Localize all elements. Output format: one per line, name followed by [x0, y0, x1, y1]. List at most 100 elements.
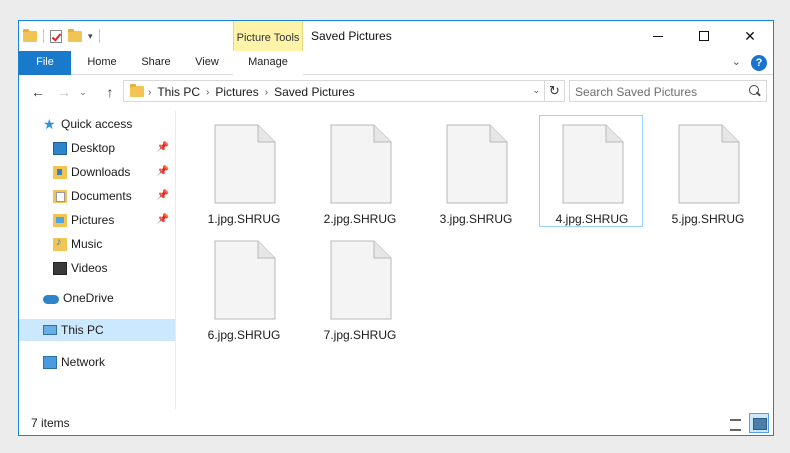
- sidebar-item-label: Pictures: [71, 213, 115, 227]
- file-item[interactable]: 7.jpg.SHRUG: [307, 231, 411, 343]
- star-icon: ★: [43, 115, 56, 132]
- sidebar-item-label: Videos: [71, 261, 108, 275]
- file-list: 1.jpg.SHRUG 2.jpg.SHRUG 3.jpg.SHRUG 4.jp…: [191, 111, 769, 409]
- documents-icon: [53, 189, 67, 203]
- customize-toolbar-chevron-icon[interactable]: ▾: [88, 31, 93, 42]
- search-icon: [749, 85, 761, 97]
- status-bar: 7 items: [19, 411, 773, 435]
- refresh-icon: ↻: [549, 83, 560, 98]
- file-name: 6.jpg.SHRUG: [207, 328, 281, 342]
- tab-share[interactable]: Share: [133, 51, 179, 75]
- breadcrumb-chevron-icon[interactable]: ›: [206, 87, 209, 98]
- search-input[interactable]: Search Saved Pictures: [569, 80, 767, 102]
- breadcrumb: › This PC › Pictures › Saved Pictures: [148, 85, 355, 99]
- address-bar[interactable]: › This PC › Pictures › Saved Pictures ⌄: [123, 80, 545, 102]
- pin-icon[interactable]: 📌: [157, 190, 169, 201]
- help-icon[interactable]: ?: [751, 55, 767, 71]
- sidebar-item-pictures[interactable]: Pictures 📌: [19, 209, 175, 231]
- file-item[interactable]: 1.jpg.SHRUG: [191, 115, 295, 227]
- file-item[interactable]: 2.jpg.SHRUG: [307, 115, 411, 227]
- folder-icon: [23, 28, 37, 42]
- item-count: 7 items: [31, 416, 70, 430]
- close-button[interactable]: ✕: [727, 21, 773, 51]
- pictures-icon: [53, 213, 67, 227]
- properties-icon[interactable]: [50, 29, 62, 43]
- navigation-bar: ← → ⌄ ↑ › This PC › Pictures › Saved Pic…: [19, 77, 773, 107]
- file-name: 1.jpg.SHRUG: [207, 212, 281, 226]
- maximize-button[interactable]: [681, 21, 727, 51]
- network-icon: [43, 355, 57, 369]
- navigation-pane: ★ Quick access Desktop 📌 Downloads 📌 Doc…: [19, 111, 175, 409]
- sidebar-item-desktop[interactable]: Desktop 📌: [19, 137, 175, 159]
- minimize-icon: [653, 35, 663, 37]
- document-icon: [446, 124, 508, 204]
- file-item[interactable]: 5.jpg.SHRUG: [655, 115, 759, 227]
- pane-divider[interactable]: [175, 111, 176, 409]
- tab-manage[interactable]: Manage: [233, 51, 303, 75]
- sidebar-item-this-pc[interactable]: This PC: [19, 319, 175, 341]
- pin-icon[interactable]: 📌: [157, 166, 169, 177]
- breadcrumb-pictures[interactable]: Pictures: [215, 85, 258, 99]
- recent-locations-chevron-icon[interactable]: ⌄: [77, 83, 89, 101]
- sidebar-item-music[interactable]: Music: [19, 233, 175, 255]
- downloads-icon: [53, 165, 67, 179]
- tab-file[interactable]: File: [19, 51, 71, 75]
- file-item[interactable]: 4.jpg.SHRUG: [539, 115, 643, 227]
- document-icon: [214, 124, 276, 204]
- document-icon: [330, 124, 392, 204]
- refresh-button[interactable]: ↻: [545, 80, 565, 102]
- new-folder-icon[interactable]: [68, 28, 82, 42]
- sidebar-item-documents[interactable]: Documents 📌: [19, 185, 175, 207]
- file-name: 5.jpg.SHRUG: [671, 212, 745, 226]
- sidebar-item-label: Music: [71, 237, 103, 251]
- maximize-icon: [699, 31, 709, 41]
- large-icons-view-button[interactable]: [749, 413, 769, 433]
- up-arrow-icon[interactable]: ↑: [101, 83, 119, 101]
- ribbon-tabs: File Home Share View Manage ⌄ ?: [19, 51, 773, 75]
- explorer-window: ▾ Picture Tools Saved Pictures ✕ File Ho…: [18, 20, 774, 436]
- window-controls: ✕: [635, 21, 773, 51]
- document-icon: [214, 240, 276, 320]
- sidebar-item-onedrive[interactable]: OneDrive: [19, 287, 175, 309]
- sidebar-item-quick-access[interactable]: ★ Quick access: [19, 113, 175, 135]
- forward-arrow-icon[interactable]: →: [55, 83, 73, 101]
- sidebar-item-label: OneDrive: [63, 291, 114, 305]
- file-name: 2.jpg.SHRUG: [323, 212, 397, 226]
- window-title: Saved Pictures: [311, 29, 392, 43]
- breadcrumb-chevron-icon[interactable]: ›: [265, 87, 268, 98]
- sidebar-item-label: Desktop: [71, 141, 116, 155]
- sidebar-item-network[interactable]: Network: [19, 351, 175, 373]
- sidebar-item-downloads[interactable]: Downloads 📌: [19, 161, 175, 183]
- document-icon: [330, 240, 392, 320]
- document-icon: [678, 124, 740, 204]
- pin-icon[interactable]: 📌: [157, 214, 169, 225]
- file-name: 4.jpg.SHRUG: [555, 212, 629, 226]
- picture-tools-header: Picture Tools: [233, 21, 303, 51]
- back-arrow-icon[interactable]: ←: [29, 83, 47, 101]
- breadcrumb-saved-pictures[interactable]: Saved Pictures: [274, 85, 355, 99]
- document-icon: [562, 124, 624, 204]
- expand-ribbon-chevron-icon[interactable]: ⌄: [732, 55, 741, 68]
- search-placeholder: Search Saved Pictures: [575, 85, 698, 99]
- desktop-icon: [53, 141, 67, 155]
- details-view-button[interactable]: [725, 413, 745, 433]
- address-dropdown-icon[interactable]: ⌄: [532, 85, 540, 96]
- breadcrumb-chevron-icon[interactable]: ›: [148, 87, 151, 98]
- file-item[interactable]: 6.jpg.SHRUG: [191, 231, 295, 343]
- tab-view[interactable]: View: [187, 51, 227, 75]
- sidebar-item-label: Documents: [71, 189, 132, 203]
- close-icon: ✕: [744, 27, 756, 44]
- cloud-icon: [43, 294, 59, 304]
- quick-access-toolbar: ▾: [23, 27, 100, 45]
- sidebar-item-label: Network: [61, 355, 106, 369]
- tab-home[interactable]: Home: [79, 51, 125, 75]
- music-icon: [53, 236, 67, 251]
- sidebar-item-label: Quick access: [61, 117, 133, 131]
- minimize-button[interactable]: [635, 21, 681, 51]
- file-item[interactable]: 3.jpg.SHRUG: [423, 115, 527, 227]
- title-bar: ▾ Picture Tools Saved Pictures ✕: [19, 21, 773, 51]
- breadcrumb-this-pc[interactable]: This PC: [157, 85, 200, 99]
- file-name: 7.jpg.SHRUG: [323, 328, 397, 342]
- pin-icon[interactable]: 📌: [157, 142, 169, 153]
- sidebar-item-videos[interactable]: Videos: [19, 257, 175, 279]
